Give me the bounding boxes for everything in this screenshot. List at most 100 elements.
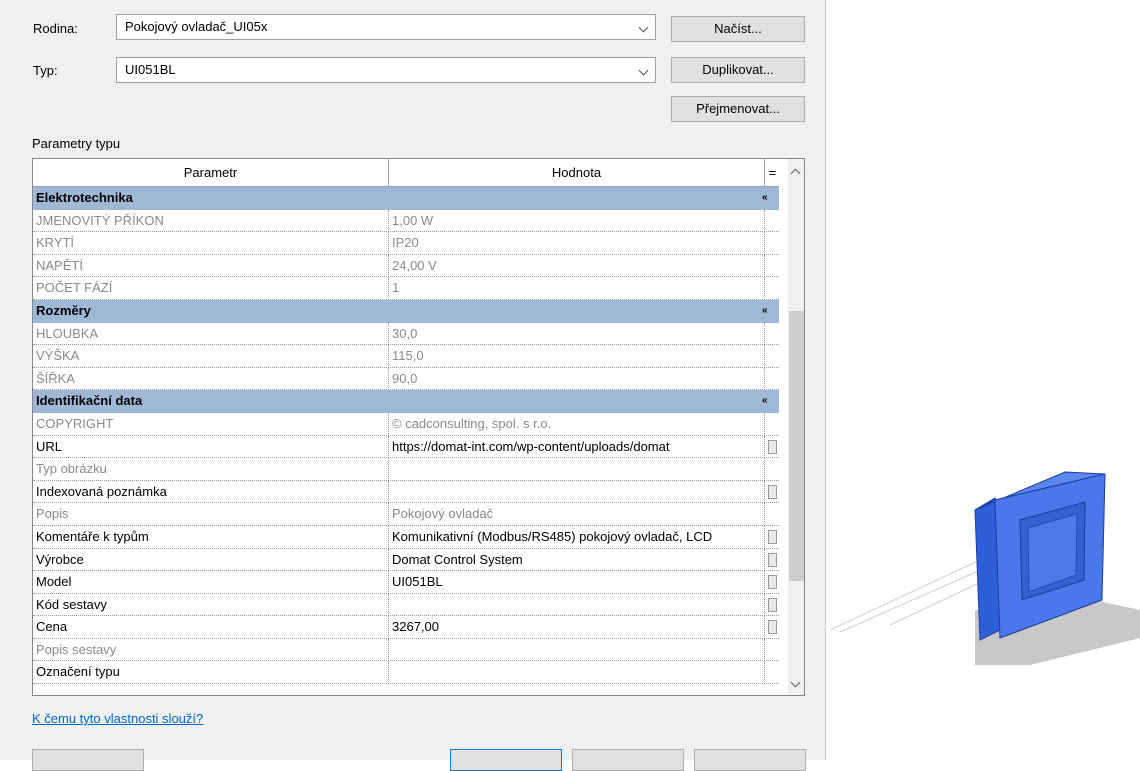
param-value-cell[interactable]: 3267,00 [390,616,765,639]
header-value[interactable]: Hodnota [389,159,765,187]
edit-button-icon[interactable] [768,529,777,544]
group-row[interactable]: Rozměry « [33,299,779,323]
cancel-button[interactable] [572,749,684,771]
table-row[interactable]: Indexovaná poznámka [33,480,779,504]
param-value-cell[interactable]: https://domat-int.com/wp-content/uploads… [390,435,765,459]
table-row[interactable]: URL https://domat-int.com/wp-content/uplo… [33,435,779,459]
param-value-cell[interactable] [390,593,765,617]
collapse-chevron-icon[interactable]: « [762,300,768,322]
collapse-chevron-icon[interactable]: « [762,390,768,412]
table-row[interactable]: NAPĚTÍ 24,00 V [33,254,779,278]
edit-button-icon[interactable] [768,620,777,635]
help-link[interactable]: K čemu tyto vlastnosti slouží? [32,711,203,726]
edit-button-icon[interactable] [768,552,777,567]
param-value-cell: 1 [390,277,765,300]
floor-grid-lines [830,559,991,633]
param-name-cell: VÝŠKA [33,345,389,368]
param-value-cell: Pokojový ovladač [390,503,765,526]
table-row[interactable]: Popis sestavy [33,638,779,662]
edit-button-icon[interactable] [768,484,777,499]
header-equals[interactable]: = [766,159,779,187]
param-value-cell[interactable]: Domat Control System [390,548,765,572]
apply-button[interactable] [694,749,806,771]
duplikovat-button[interactable]: Duplikovat... [671,57,805,83]
section-label: Parametry typu [32,136,121,151]
formula-cell [766,526,779,549]
scroll-down-arrow-icon[interactable] [790,677,801,688]
scrollbar-thumb[interactable] [789,311,804,581]
collapse-chevron-icon[interactable]: « [762,187,768,209]
grid-scrollbar[interactable] [788,159,804,695]
edit-button-icon[interactable] [768,439,777,454]
edit-button-icon[interactable] [768,575,777,590]
param-name-cell: Komentáře k typům [33,525,389,549]
table-row[interactable]: POČET FÁZÍ 1 [33,277,779,300]
param-name-cell: Označení typu [33,661,389,685]
param-value-cell: 1,00 W [390,209,765,233]
param-value-cell: © cadconsulting, spol. s r.o. [390,412,765,436]
table-row[interactable]: Výrobce Domat Control System [33,548,779,572]
param-name-cell: URL [33,435,389,459]
formula-cell [766,232,779,255]
formula-cell [766,345,779,368]
formula-cell [766,503,779,526]
table-row[interactable]: Označení typu [33,661,779,685]
table-row[interactable]: HLOUBKA 30,0 [33,322,779,346]
group-row[interactable]: Elektrotechnika « [33,187,779,210]
rodina-dropdown[interactable]: Pokojový ovladač_UI05x [116,14,656,40]
table-row[interactable]: Komentáře k typům Komunikativní (Modbus/R… [33,525,779,549]
table-row[interactable]: Model UI051BL [33,571,779,594]
edit-button-icon[interactable] [768,597,777,612]
group-title: Rozměry [36,302,91,318]
formula-cell [766,413,779,436]
header-parameter[interactable]: Parametr [33,159,389,187]
typ-dropdown[interactable]: UI051BL [116,57,656,83]
param-name-cell: Popis sestavy [33,638,389,662]
type-properties-dialog: Rodina: Pokojový ovladač_UI05x Načíst...… [0,0,826,771]
typ-value: UI051BL [125,62,176,77]
nacist-button[interactable]: Načíst... [671,16,805,42]
param-name-cell: ŠÍŘKA [33,367,389,391]
formula-cell [766,616,779,639]
param-value-cell[interactable]: Komunikativní (Modbus/RS485) pokojový ov… [390,525,765,549]
table-row[interactable]: COPYRIGHT © cadconsulting, spol. s r.o. [33,412,779,436]
scroll-up-arrow-icon[interactable] [790,168,801,179]
formula-cell [766,594,779,617]
formula-cell [766,210,779,233]
formula-cell [766,639,779,662]
table-row[interactable]: KRYTÍ IP20 [33,232,779,255]
param-name-cell: Popis [33,503,389,526]
table-row[interactable]: Typ obrázku [33,458,779,481]
param-value-cell[interactable]: UI051BL [390,571,765,594]
param-value-cell: 90,0 [390,367,765,391]
formula-cell [766,549,779,572]
param-name-cell: Indexovaná poznámka [33,480,389,504]
param-name-cell: Cena [33,616,389,639]
table-row[interactable]: ŠÍŘKA 90,0 [33,367,779,391]
param-name-cell: KRYTÍ [33,232,389,255]
preview-button[interactable] [32,749,144,771]
param-value-cell[interactable] [390,480,765,504]
3d-model-preview[interactable] [830,460,1140,700]
table-row[interactable]: JMENOVITÝ PŘÍKON 1,00 W [33,209,779,233]
param-value-cell[interactable] [390,661,765,685]
table-row[interactable]: Popis Pokojový ovladač [33,503,779,526]
grid-rows: Elektrotechnika «JMENOVITÝ PŘÍKON 1,00 W KR… [33,187,779,685]
formula-cell [766,368,779,391]
param-name-cell: Typ obrázku [33,458,389,481]
table-row[interactable]: VÝŠKA 115,0 [33,345,779,368]
prejmenovat-button[interactable]: Přejmenovat... [671,96,805,122]
param-value-cell [390,458,765,481]
rodina-value: Pokojový ovladač_UI05x [125,19,268,34]
table-row[interactable]: Kód sestavy [33,593,779,617]
group-row[interactable]: Identifikační data « [33,390,779,413]
param-name-cell: HLOUBKA [33,322,389,346]
ok-button[interactable] [450,749,562,771]
chevron-down-icon [638,22,649,33]
formula-cell [766,277,779,300]
rodina-label: Rodina: [33,21,78,36]
param-name-cell: Model [33,571,389,594]
table-row[interactable]: Cena 3267,00 [33,616,779,639]
param-name-cell: Výrobce [33,548,389,572]
formula-cell [766,571,779,594]
